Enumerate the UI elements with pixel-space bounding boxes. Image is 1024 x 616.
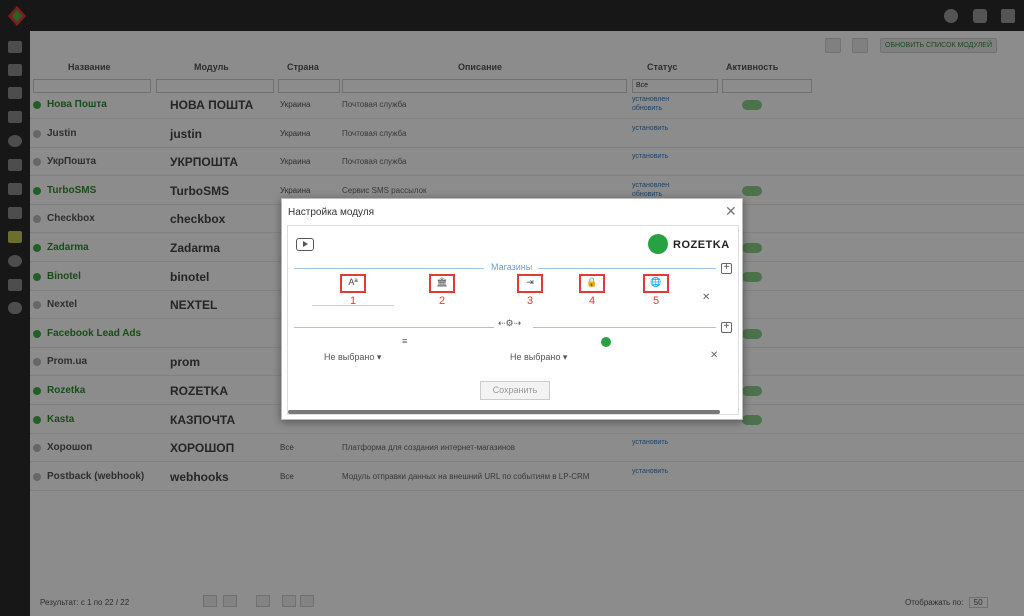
globe-icon: 🌐: [650, 277, 662, 287]
list-icon: ≡: [402, 336, 408, 346]
bank-field-icon[interactable]: 🏛: [429, 274, 455, 293]
lock-icon: 🔒: [586, 277, 598, 287]
label-number-4: 4: [589, 295, 596, 307]
login-icon: ⇥: [526, 277, 534, 287]
sync-settings-icon: ⇠⚙⇢: [498, 318, 522, 328]
section-title: Магазины: [491, 262, 533, 272]
website-field-icon[interactable]: 🌐: [643, 274, 669, 293]
video-icon[interactable]: [296, 238, 314, 251]
password-field-icon[interactable]: 🔒: [579, 274, 605, 293]
modal-title: Настройка модуля: [288, 207, 375, 218]
section-divider-left: [294, 268, 484, 269]
login-field-icon[interactable]: ⇥: [517, 274, 543, 293]
status-select-left[interactable]: Не выбрано ▾: [324, 352, 381, 363]
rozetka-status-icon: [601, 337, 611, 347]
bank-icon: 🏛: [436, 277, 448, 287]
close-icon[interactable]: ✕: [725, 203, 737, 220]
label-number-3: 3: [527, 295, 534, 307]
name-field-icon[interactable]: Aª: [340, 274, 366, 293]
add-mapping-button[interactable]: +: [721, 322, 732, 333]
label-number-2: 2: [439, 295, 446, 307]
label-number-5: 5: [653, 295, 660, 307]
text-icon: Aª: [348, 277, 358, 287]
remove-store-icon[interactable]: ✕: [702, 292, 710, 303]
mapping-divider-left: [294, 327, 494, 328]
remove-mapping-icon[interactable]: ✕: [710, 350, 718, 361]
mapping-divider-right: [533, 327, 716, 328]
modal-body: ROZETKA Магазины + Aª 🏛 ⇥ 🔒 🌐 1 2 3 4 5 …: [287, 225, 739, 415]
horizontal-scrollbar[interactable]: [288, 410, 720, 414]
rozetka-logo-text: ROZETKA: [673, 239, 730, 251]
add-store-button[interactable]: +: [721, 263, 732, 274]
save-button[interactable]: Сохранить: [480, 381, 550, 400]
section-divider-right: [538, 268, 716, 269]
module-settings-modal: Настройка модуля ✕ ROZETKA Магазины + Aª…: [281, 198, 743, 420]
status-select-right[interactable]: Не выбрано ▾: [510, 352, 567, 363]
name-input-underline[interactable]: [312, 305, 394, 306]
rozetka-smile-icon: [648, 234, 668, 254]
